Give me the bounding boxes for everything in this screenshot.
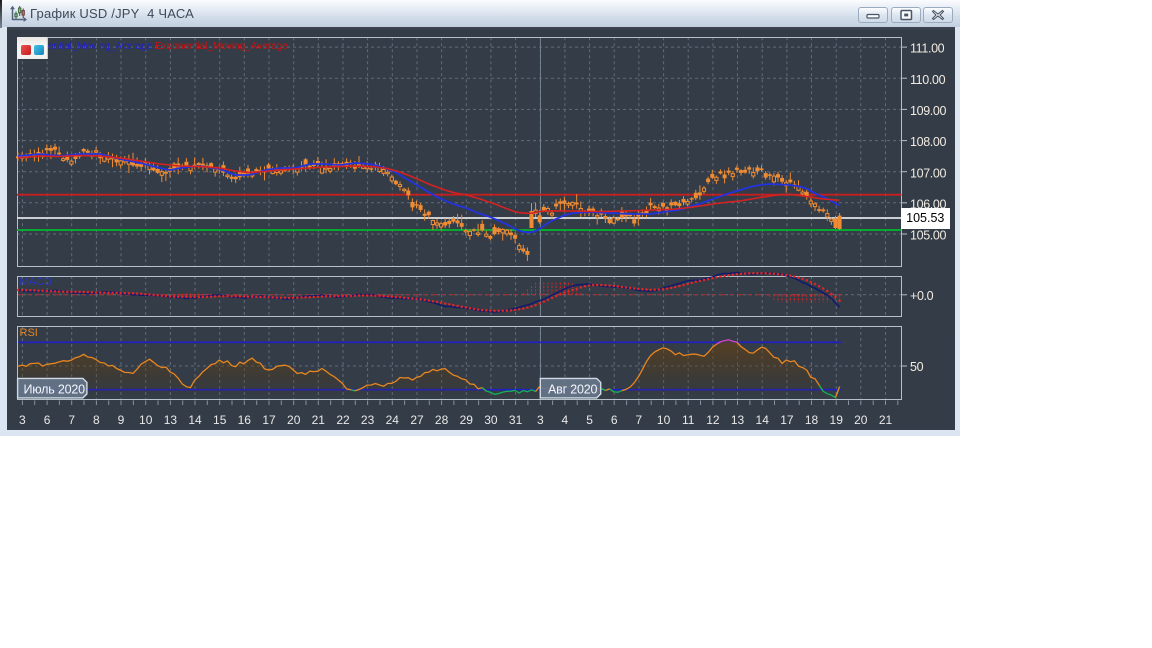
- svg-text:30: 30: [484, 413, 498, 427]
- svg-text:14: 14: [756, 413, 770, 427]
- svg-text:7: 7: [68, 413, 75, 427]
- svg-text:20: 20: [854, 413, 868, 427]
- svg-text:8: 8: [93, 413, 100, 427]
- svg-text:18: 18: [805, 413, 819, 427]
- svg-text:110.00: 110.00: [910, 73, 946, 87]
- svg-text:Авг 2020: Авг 2020: [548, 383, 597, 397]
- svg-text:31: 31: [509, 413, 523, 427]
- svg-text:105.00: 105.00: [910, 229, 947, 243]
- svg-text:10: 10: [139, 413, 153, 427]
- svg-text:15: 15: [213, 413, 227, 427]
- svg-text:17: 17: [262, 413, 276, 427]
- svg-text:22: 22: [336, 413, 350, 427]
- svg-text:5: 5: [586, 413, 593, 427]
- svg-text:21: 21: [879, 413, 893, 427]
- svg-text:16: 16: [238, 413, 252, 427]
- svg-text:108.00: 108.00: [910, 135, 947, 149]
- svg-text:17: 17: [780, 413, 794, 427]
- svg-text:3: 3: [537, 413, 544, 427]
- svg-text:6: 6: [611, 413, 618, 427]
- svg-text:107.00: 107.00: [910, 166, 947, 180]
- svg-text:3: 3: [19, 413, 26, 427]
- svg-text:13: 13: [731, 413, 745, 427]
- svg-text:111.00: 111.00: [910, 42, 945, 56]
- svg-text:29: 29: [460, 413, 474, 427]
- svg-text:RSI: RSI: [20, 327, 38, 339]
- svg-text:20: 20: [287, 413, 301, 427]
- svg-text:13: 13: [164, 413, 178, 427]
- svg-text:21: 21: [312, 413, 326, 427]
- svg-text:4: 4: [562, 413, 569, 427]
- svg-text:7: 7: [636, 413, 643, 427]
- svg-text:MACD: MACD: [20, 276, 52, 288]
- svg-text:27: 27: [410, 413, 424, 427]
- svg-text:6: 6: [44, 413, 51, 427]
- svg-text:23: 23: [361, 413, 375, 427]
- svg-text:12: 12: [706, 413, 720, 427]
- svg-text:Июль 2020: Июль 2020: [24, 383, 86, 397]
- svg-text:+0.0: +0.0: [910, 289, 934, 303]
- svg-text:19: 19: [830, 413, 844, 427]
- svg-text:14: 14: [188, 413, 202, 427]
- svg-text:28: 28: [435, 413, 449, 427]
- svg-text:11: 11: [682, 413, 695, 427]
- svg-text:10: 10: [657, 413, 671, 427]
- svg-text:9: 9: [118, 413, 125, 427]
- svg-text:50: 50: [910, 360, 924, 374]
- svg-text:24: 24: [386, 413, 400, 427]
- svg-text:109.00: 109.00: [910, 104, 947, 118]
